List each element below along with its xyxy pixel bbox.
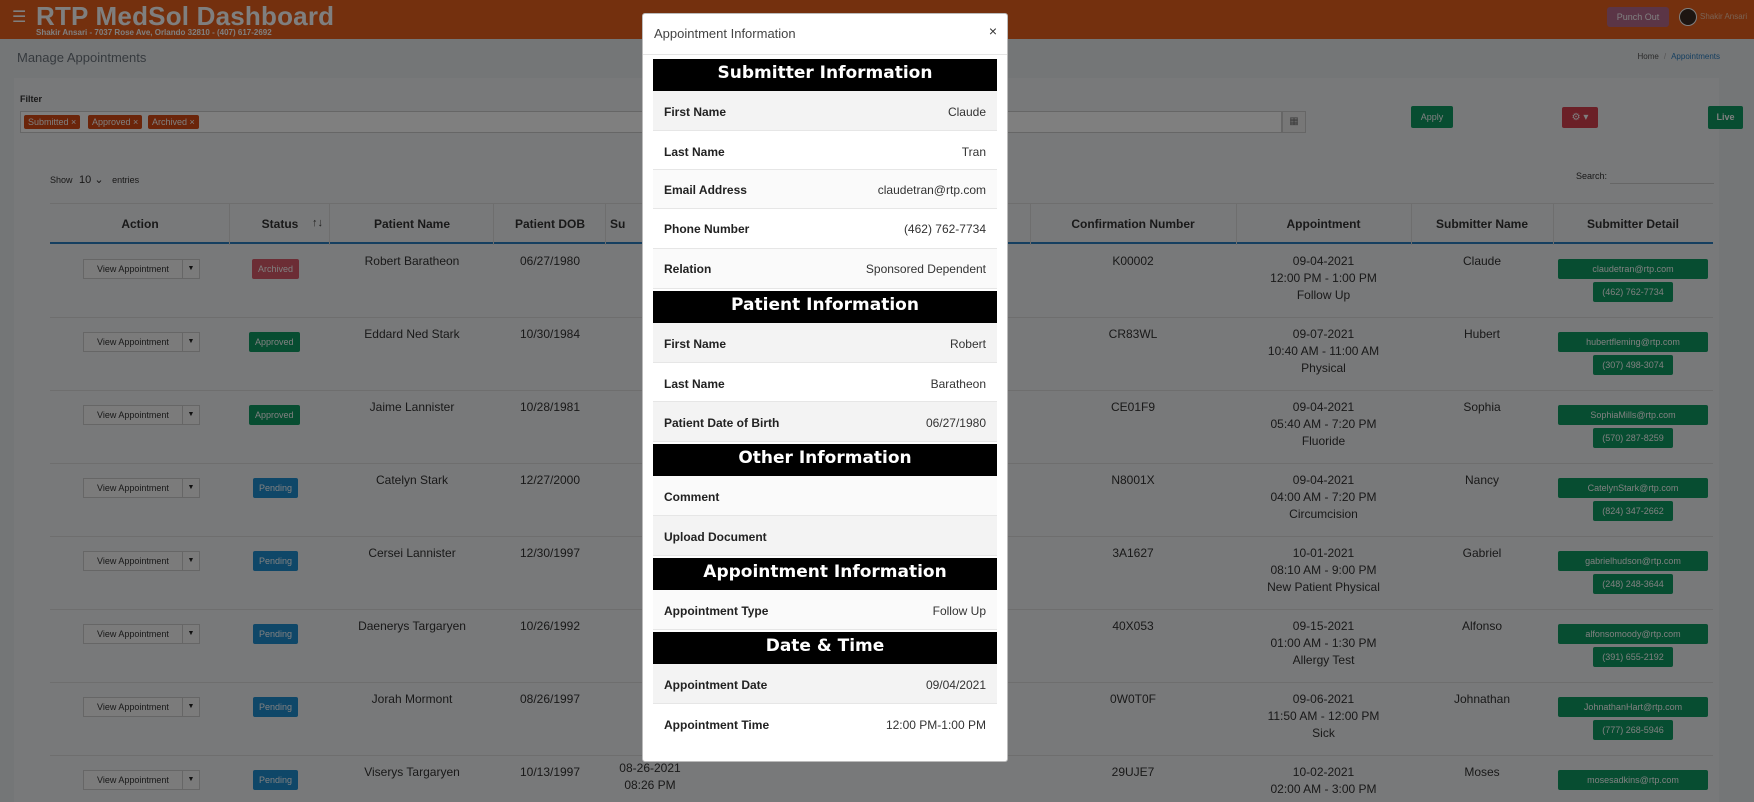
- row-patient-last-name: Last Name Baratheon: [653, 363, 997, 402]
- section-other-info: Other Information: [653, 444, 997, 476]
- value: Follow Up: [932, 604, 986, 618]
- label: Last Name: [664, 145, 725, 159]
- row-comment: Comment: [653, 476, 997, 516]
- row-submitter-relation: Relation Sponsored Dependent: [653, 249, 997, 289]
- row-patient-first-name: First Name Robert: [653, 323, 997, 363]
- label: Phone Number: [664, 222, 750, 236]
- label: Appointment Date: [664, 678, 768, 692]
- modal-title: Appointment Information: [654, 26, 796, 41]
- row-appointment-type: Appointment Type Follow Up: [653, 590, 997, 630]
- row-appointment-date: Appointment Date 09/04/2021: [653, 664, 997, 704]
- value: Sponsored Dependent: [865, 262, 986, 276]
- row-submitter-first-name: First Name Claude: [653, 91, 997, 131]
- section-patient-info: Patient Information: [653, 291, 997, 323]
- section-appointment-info: Appointment Information: [653, 558, 997, 590]
- appointment-info-modal: Appointment Information × Submitter Info…: [642, 13, 1008, 762]
- row-submitter-last-name: Last Name Tran: [653, 131, 997, 170]
- row-appointment-time: Appointment Time 12:00 PM-1:00 PM: [653, 704, 997, 743]
- value: 12:00 PM-1:00 PM: [885, 718, 986, 732]
- value: 06/27/1980: [925, 416, 986, 430]
- label: Appointment Time: [664, 718, 770, 732]
- value: Baratheon: [930, 377, 986, 391]
- value: 09/04/2021: [925, 678, 986, 692]
- label: First Name: [664, 337, 727, 351]
- section-submitter-info: Submitter Information: [653, 59, 997, 91]
- value: (462) 762-7734: [903, 222, 986, 236]
- label: Upload Document: [664, 530, 767, 544]
- label: Comment: [664, 490, 720, 504]
- value: claudetran@rtp.com: [877, 183, 986, 197]
- row-submitter-phone: Phone Number (462) 762-7734: [653, 209, 997, 249]
- close-icon[interactable]: ×: [989, 23, 997, 39]
- label: First Name: [664, 105, 727, 119]
- section-date-time: Date & Time: [653, 632, 997, 664]
- label: Email Address: [664, 183, 747, 197]
- row-submitter-email: Email Address claudetran@rtp.com: [653, 170, 997, 209]
- label: Patient Date of Birth: [664, 416, 780, 430]
- row-upload-document: Upload Document: [653, 516, 997, 556]
- value: Claude: [947, 105, 986, 119]
- value: Robert: [949, 337, 986, 351]
- label: Last Name: [664, 377, 725, 391]
- label: Relation: [664, 262, 712, 276]
- row-patient-dob: Patient Date of Birth 06/27/1980: [653, 402, 997, 442]
- value: Tran: [961, 145, 986, 159]
- label: Appointment Type: [664, 604, 769, 618]
